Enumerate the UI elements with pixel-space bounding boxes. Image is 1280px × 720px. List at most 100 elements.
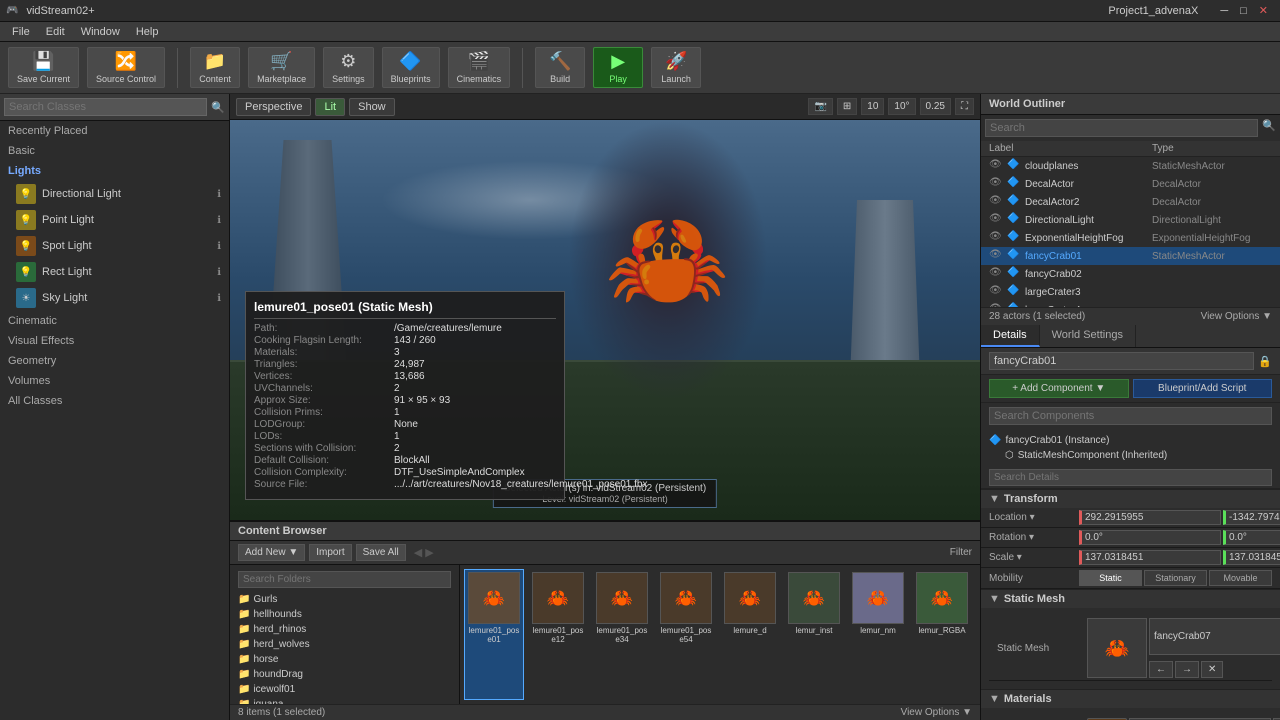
folder-item[interactable]: 📁icewolf01: [234, 682, 455, 697]
import-button[interactable]: Import: [309, 544, 351, 561]
blueprint-add-script-button[interactable]: Blueprint/Add Script: [1133, 379, 1273, 398]
section-all-classes[interactable]: All Classes: [0, 391, 229, 411]
asset-item[interactable]: 🦀 lemure01_pose34: [592, 569, 652, 700]
section-lights[interactable]: Lights: [0, 161, 229, 181]
window-maximize[interactable]: □: [1234, 5, 1253, 17]
section-recently-placed[interactable]: Recently Placed: [0, 121, 229, 141]
outliner-item[interactable]: 👁 🔷 fancyCrab01 StaticMeshActor: [981, 247, 1280, 265]
directional-light-icon: 💡: [16, 184, 36, 204]
search-folders-input[interactable]: [238, 571, 451, 588]
cinematics-button[interactable]: 🎬 Cinematics: [448, 47, 511, 88]
section-basic[interactable]: Basic: [0, 141, 229, 161]
details-search-bar: [981, 403, 1280, 429]
tab-details[interactable]: Details: [981, 325, 1040, 347]
outliner-search-input[interactable]: [985, 119, 1258, 137]
asset-item[interactable]: 🦀 lemure01_pose01: [464, 569, 524, 700]
camera-icon-btn[interactable]: 📷: [808, 98, 832, 115]
add-component-button[interactable]: + Add Component ▼: [989, 379, 1129, 398]
marketplace-button[interactable]: 🛒 Marketplace: [248, 47, 315, 88]
outliner-item[interactable]: 👁 🔷 largeCrater3: [981, 283, 1280, 301]
static-mesh-section-header[interactable]: ▼ Static Mesh: [981, 589, 1280, 608]
window-close[interactable]: ✕: [1253, 4, 1274, 17]
mobility-movable[interactable]: Movable: [1209, 570, 1272, 586]
component-staticmesh-inherited[interactable]: ⬡ StaticMeshComponent (Inherited): [989, 448, 1272, 463]
menu-edit[interactable]: Edit: [38, 26, 73, 38]
rotation-x[interactable]: [1079, 530, 1221, 545]
transform-section-header[interactable]: ▼ Transform: [981, 489, 1280, 508]
folder-item[interactable]: 📁herd_wolves: [234, 637, 455, 652]
folder-item[interactable]: 📁hellhounds: [234, 607, 455, 622]
location-x[interactable]: [1079, 510, 1221, 525]
angle-snap-btn[interactable]: 10°: [888, 98, 915, 115]
content-button[interactable]: 📁 Content: [190, 47, 240, 88]
scale-y[interactable]: [1223, 550, 1280, 565]
search-components-input[interactable]: [989, 407, 1272, 425]
section-geometry[interactable]: Geometry: [0, 351, 229, 371]
search-classes-input[interactable]: [4, 98, 207, 116]
panel-item-sky-light[interactable]: ☀ Sky Light ℹ: [0, 285, 229, 311]
asset-item[interactable]: 🦀 lemur_nm: [848, 569, 908, 700]
folder-item[interactable]: 📁houndDrag: [234, 667, 455, 682]
folder-item[interactable]: 📁iguana: [234, 697, 455, 704]
mesh-name-input[interactable]: [1149, 618, 1280, 655]
panel-item-spot-light[interactable]: 💡 Spot Light ℹ: [0, 233, 229, 259]
menu-window[interactable]: Window: [73, 26, 128, 38]
scale-x[interactable]: [1079, 550, 1221, 565]
mesh-browse-btn[interactable]: ←: [1149, 661, 1173, 678]
asset-item[interactable]: 🦀 lemure_d: [720, 569, 780, 700]
panel-item-point-light[interactable]: 💡 Point Light ℹ: [0, 207, 229, 233]
section-cinematic[interactable]: Cinematic: [0, 311, 229, 331]
outliner-view-options[interactable]: View Options ▼: [1201, 311, 1272, 322]
mesh-find-btn[interactable]: →: [1175, 661, 1199, 678]
view-options[interactable]: View Options ▼: [901, 707, 972, 718]
asset-item[interactable]: 🦀 lemur_inst: [784, 569, 844, 700]
folder-item[interactable]: 📁horse: [234, 652, 455, 667]
lit-button[interactable]: Lit: [315, 98, 345, 116]
asset-item[interactable]: 🦀 lemur_RGBA: [912, 569, 972, 700]
menu-file[interactable]: File: [4, 26, 38, 38]
mobility-static[interactable]: Static: [1079, 570, 1142, 586]
add-new-button[interactable]: Add New ▼: [238, 544, 305, 561]
build-button[interactable]: 🔨 Build: [535, 47, 585, 88]
outliner-item[interactable]: 👁 🔷 ExponentialHeightFog ExponentialHeig…: [981, 229, 1280, 247]
play-button[interactable]: ▶ Play: [593, 47, 643, 88]
settings-button[interactable]: ⚙ Settings: [323, 47, 374, 88]
blueprints-button[interactable]: 🔷 Blueprints: [382, 47, 440, 88]
folder-item[interactable]: 📁herd_rhinos: [234, 622, 455, 637]
zoom-btn[interactable]: 0.25: [920, 98, 951, 115]
outliner-item[interactable]: 👁 🔷 DecalActor DecalActor: [981, 175, 1280, 193]
save-current-button[interactable]: 💾 Save Current: [8, 47, 79, 88]
launch-button[interactable]: 🚀 Launch: [651, 47, 701, 88]
grid-size-btn[interactable]: 10: [861, 98, 884, 115]
menu-help[interactable]: Help: [128, 26, 167, 38]
outliner-item[interactable]: 👁 🔷 DecalActor2 DecalActor: [981, 193, 1280, 211]
tab-world-settings[interactable]: World Settings: [1040, 325, 1136, 347]
location-y[interactable]: [1223, 510, 1280, 525]
viewport[interactable]: 🦀 lemure01_pose01 (Static Mesh) Path:/Ga…: [230, 120, 980, 520]
tooltip-key: UVChannels:: [254, 383, 394, 394]
outliner-item[interactable]: 👁 🔷 cloudplanes StaticMeshActor: [981, 157, 1280, 175]
asset-item[interactable]: 🦀 lemure01_pose54: [656, 569, 716, 700]
grid-snap-btn[interactable]: ⊞: [837, 98, 857, 115]
section-visual-effects[interactable]: Visual Effects: [0, 331, 229, 351]
section-volumes[interactable]: Volumes: [0, 371, 229, 391]
window-minimize[interactable]: ─: [1214, 5, 1234, 17]
asset-item[interactable]: 🦀 lemure01_pose12: [528, 569, 588, 700]
source-control-button[interactable]: 🔀 Source Control: [87, 47, 165, 88]
outliner-item[interactable]: 👁 🔷 fancyCrab02: [981, 265, 1280, 283]
component-fancycrab01-instance[interactable]: 🔷 fancyCrab01 (Instance): [989, 433, 1272, 448]
folder-item[interactable]: 📁Gurls: [234, 592, 455, 607]
search-details-input[interactable]: [989, 469, 1272, 486]
panel-item-rect-light[interactable]: 💡 Rect Light ℹ: [0, 259, 229, 285]
actor-name-input[interactable]: [989, 352, 1254, 370]
fullscreen-btn[interactable]: ⛶: [955, 98, 974, 115]
panel-item-directional-light[interactable]: 💡 Directional Light ℹ: [0, 181, 229, 207]
materials-section-header[interactable]: ▼ Materials: [981, 689, 1280, 708]
perspective-button[interactable]: Perspective: [236, 98, 311, 116]
mobility-stationary[interactable]: Stationary: [1144, 570, 1207, 586]
save-all-button[interactable]: Save All: [356, 544, 406, 561]
rotation-y[interactable]: [1223, 530, 1280, 545]
mesh-clear-btn[interactable]: ✕: [1201, 661, 1223, 678]
outliner-item[interactable]: 👁 🔷 DirectionalLight DirectionalLight: [981, 211, 1280, 229]
show-button[interactable]: Show: [349, 98, 395, 116]
